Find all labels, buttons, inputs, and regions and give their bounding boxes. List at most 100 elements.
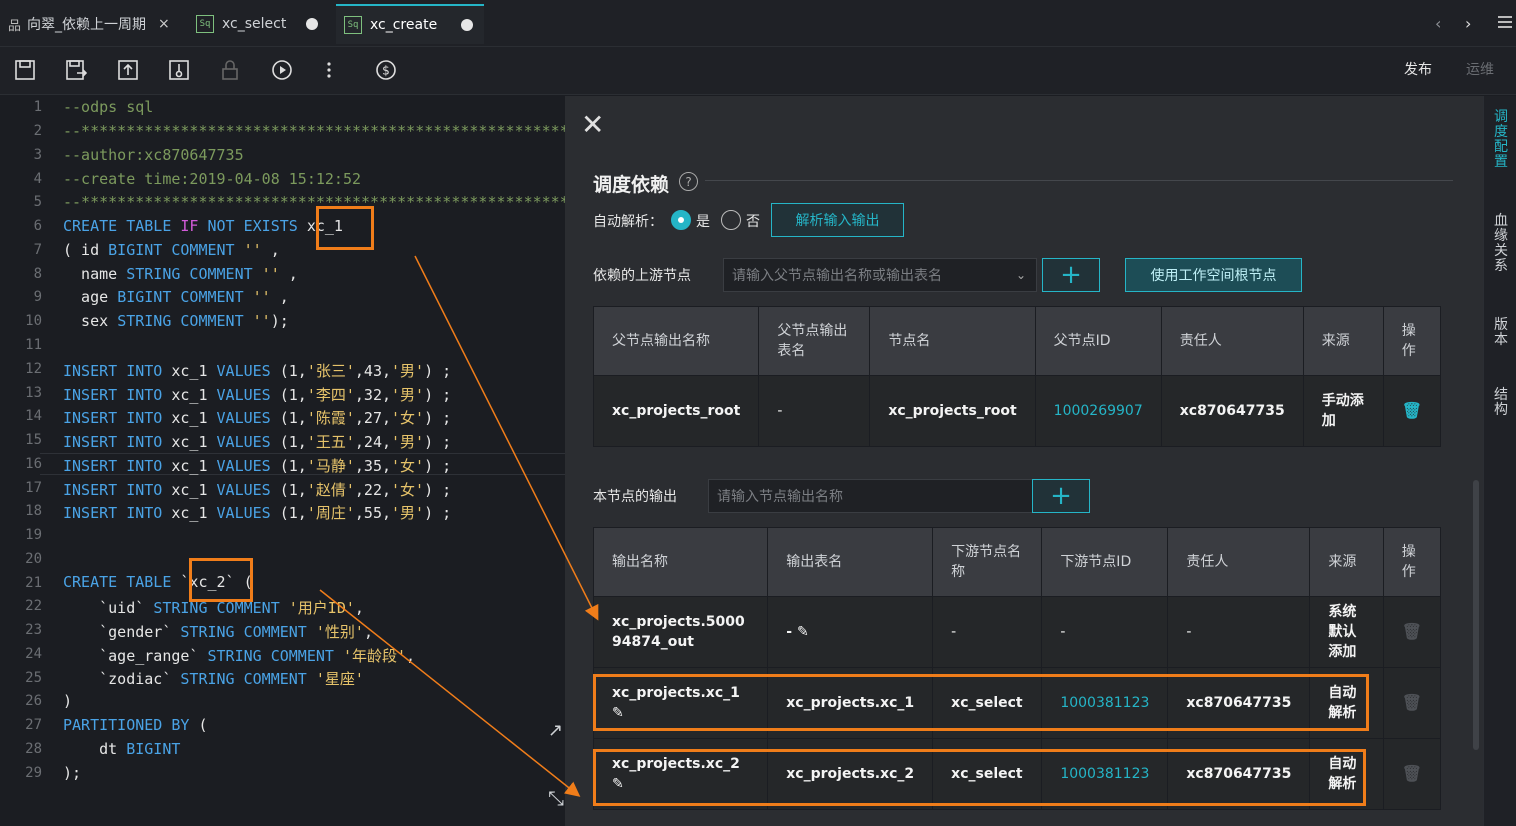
sidebar-item-structure[interactable]: 结构: [1494, 388, 1510, 418]
line-number: 26: [25, 693, 42, 709]
tab-label: xc_select: [222, 16, 287, 32]
tab-label: 向翠_依赖上一周期: [27, 17, 147, 33]
line-number: 19: [25, 527, 42, 543]
sidebar-item-schedule[interactable]: 调度配置: [1494, 110, 1510, 170]
radio-yes[interactable]: [671, 210, 691, 230]
column-header: 操作: [1382, 306, 1442, 376]
trash-icon[interactable]: 🗑: [1402, 764, 1422, 783]
chevron-right-icon[interactable]: ›: [1465, 14, 1471, 33]
code-line: );: [63, 764, 82, 782]
radio-no[interactable]: [721, 210, 741, 230]
table-cell: - ✎: [767, 596, 934, 668]
line-number: 8: [33, 266, 42, 282]
submit-icon[interactable]: [117, 59, 139, 81]
save-as-icon[interactable]: [65, 59, 87, 81]
line-number: 11: [25, 337, 42, 353]
ops-button[interactable]: 运维: [1466, 59, 1494, 79]
code-line: INSERT INTO xc_1 VALUES (1,'赵倩',22,'女') …: [63, 481, 452, 499]
code-line: CREATE TABLE IF NOT EXISTS xc_1: [63, 217, 343, 235]
save-icon[interactable]: [14, 59, 36, 81]
radio-no-label: 否: [746, 214, 760, 230]
code-line: sex STRING COMMENT '');: [63, 312, 289, 330]
table-cell: xc_projects_root: [592, 375, 760, 447]
column-header: 来源: [1302, 306, 1384, 376]
more-icon[interactable]: [318, 59, 340, 81]
column-header: 父节点ID: [1034, 306, 1162, 376]
table-cell: -: [758, 375, 871, 447]
use-root-node-button[interactable]: 使用工作空间根节点: [1125, 258, 1302, 292]
line-number: 27: [25, 717, 42, 733]
tab-dependency[interactable]: 品 向翠_依赖上一周期 ×: [0, 4, 186, 44]
help-icon[interactable]: ?: [679, 172, 698, 191]
line-number: 22: [25, 598, 42, 614]
output-input[interactable]: 请输入节点输出名称: [708, 479, 1033, 513]
chevron-down-icon[interactable]: ⌄: [1016, 268, 1026, 282]
auto-parse-label: 自动解析：: [593, 214, 663, 230]
line-number: 13: [25, 385, 42, 401]
table-cell: 系统默认添加: [1309, 596, 1384, 668]
lock-icon[interactable]: [219, 59, 241, 81]
tab-label: xc_create: [370, 17, 438, 33]
upstream-input[interactable]: 请输入父节点输出名称或输出表名 ⌄: [723, 258, 1037, 292]
line-number: 4: [33, 171, 42, 187]
line-number: 3: [33, 147, 42, 163]
trash-icon[interactable]: 🗑: [1402, 401, 1422, 420]
close-icon[interactable]: ✕: [581, 108, 604, 141]
upstream-table: 父节点输出名称 父节点输出表名 节点名 父节点ID 责任人 来源 操作 xc_p…: [592, 306, 1442, 447]
line-number: 2: [33, 123, 42, 139]
expand-icon[interactable]: ⤡: [548, 786, 564, 810]
highlight-box-row-xc1: [593, 674, 1369, 731]
node-id-link[interactable]: 1000269907: [1034, 375, 1162, 447]
menu-icon[interactable]: [1498, 16, 1512, 28]
output-placeholder: 请输入节点输出名称: [717, 489, 843, 505]
code-line: --create time:2019-04-08 15:12:52: [63, 170, 362, 188]
line-number: 15: [25, 432, 42, 448]
toolbar: $ 发布 运维: [0, 47, 1516, 95]
add-output-button[interactable]: +: [1032, 479, 1090, 513]
tab-bar: 品 向翠_依赖上一周期 × Sq xc_select Sq xc_create …: [0, 0, 1516, 47]
line-number: 21: [25, 575, 42, 591]
steal-lock-icon[interactable]: [168, 59, 190, 81]
run-icon[interactable]: [271, 59, 293, 81]
sidebar-item-version[interactable]: 版本: [1494, 318, 1510, 348]
edit-icon[interactable]: ✎: [797, 624, 809, 640]
code-line: --**************************************…: [63, 122, 565, 140]
unsaved-dot-icon[interactable]: [461, 19, 474, 31]
line-number: 17: [25, 480, 42, 496]
close-icon[interactable]: ×: [158, 16, 170, 32]
workflow-icon: 品: [8, 18, 22, 34]
add-upstream-button[interactable]: +: [1042, 258, 1100, 292]
collapse-icon[interactable]: ↗: [548, 720, 563, 741]
highlight-box-xc1: [316, 206, 374, 250]
line-number: 24: [25, 646, 42, 662]
code-line: `zodiac` STRING COMMENT '星座': [63, 670, 364, 688]
tab-xc-create[interactable]: Sq xc_create: [336, 4, 484, 44]
code-line: --author:xc870647735: [63, 146, 244, 164]
sql-file-icon: Sq: [344, 16, 362, 34]
cost-estimate-icon[interactable]: $: [375, 59, 397, 81]
line-number: 16: [25, 456, 42, 472]
publish-button[interactable]: 发布: [1404, 59, 1432, 79]
table-cell: -: [932, 596, 1043, 668]
trash-icon[interactable]: 🗑: [1402, 693, 1422, 712]
code-line: INSERT INTO xc_1 VALUES (1,'李四',32,'男') …: [63, 386, 452, 404]
upstream-placeholder: 请输入父节点输出名称或输出表名: [732, 268, 942, 284]
code-line: INSERT INTO xc_1 VALUES (1,'周庄',55,'男') …: [63, 504, 452, 522]
unsaved-dot-icon[interactable]: [306, 18, 319, 30]
plus-icon: +: [1050, 481, 1072, 511]
line-number: 29: [25, 765, 42, 781]
code-line: INSERT INTO xc_1 VALUES (1,'马静',35,'女') …: [63, 457, 452, 475]
column-header: 责任人: [1167, 527, 1311, 597]
plus-icon: +: [1060, 260, 1082, 290]
trash-icon[interactable]: 🗑: [1402, 622, 1422, 641]
table-cell: 手动添加: [1302, 375, 1384, 447]
code-line: PARTITIONED BY (: [63, 716, 208, 734]
tab-xc-select[interactable]: Sq xc_select: [188, 4, 334, 44]
sql-editor[interactable]: 1 2 3 4 5 6 7 8 9 10 11 12 13 14 15 16 1…: [0, 96, 565, 826]
column-header: 来源: [1309, 527, 1384, 597]
sidebar-item-lineage[interactable]: 血缘关系: [1494, 214, 1510, 274]
chevron-left-icon[interactable]: ‹: [1435, 14, 1441, 33]
line-number: 7: [33, 242, 42, 258]
parse-io-button[interactable]: 解析输入输出: [771, 203, 904, 237]
scrollbar[interactable]: [1473, 480, 1479, 750]
